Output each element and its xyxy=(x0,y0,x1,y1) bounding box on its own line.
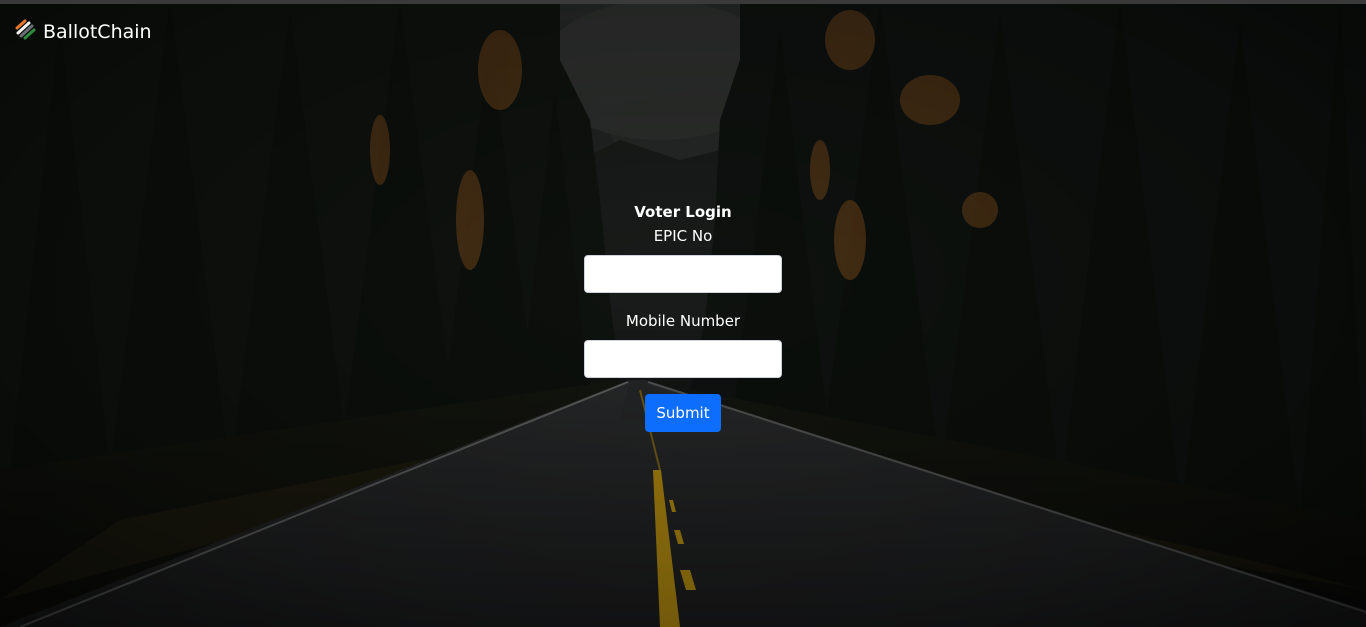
page: BallotChain Voter Login EPIC No Mobile N… xyxy=(0,0,1366,627)
mobile-label: Mobile Number xyxy=(625,312,741,330)
mobile-input[interactable] xyxy=(584,340,782,378)
login-title: Voter Login xyxy=(634,203,732,221)
voter-login-form: Voter Login EPIC No Mobile Number Submit xyxy=(533,202,833,432)
tricolor-stripes-icon xyxy=(14,19,40,41)
brand-name: BallotChain xyxy=(43,21,152,43)
brand-link[interactable]: BallotChain xyxy=(14,16,152,43)
submit-button[interactable]: Submit xyxy=(645,394,721,432)
top-border xyxy=(0,0,1366,4)
epic-label: EPIC No xyxy=(653,227,713,245)
epic-input[interactable] xyxy=(584,255,782,293)
